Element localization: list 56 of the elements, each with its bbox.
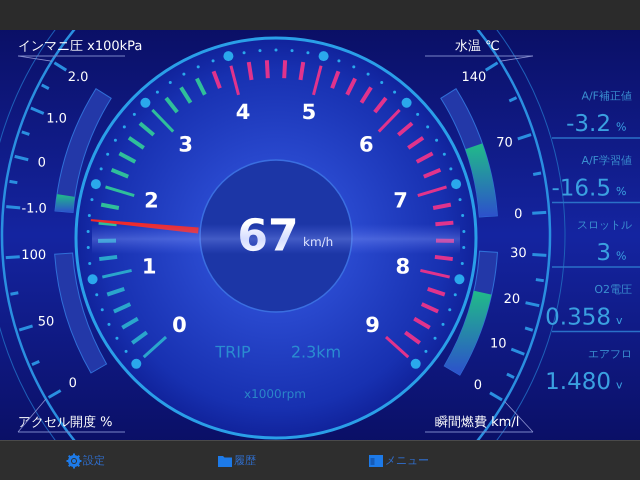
readout-label: O2電圧 <box>594 283 632 296</box>
readout-unit: % <box>616 120 626 134</box>
trip-label: TRIP <box>215 342 251 362</box>
scale-label: 0 <box>474 378 482 394</box>
rpm-label: 4 <box>236 100 250 124</box>
readout-label: エアフロ <box>588 348 632 360</box>
rpm-label: 0 <box>172 312 187 337</box>
leader-line <box>18 398 46 432</box>
rpm-label: 3 <box>178 132 193 156</box>
rpm-label: 8 <box>396 254 410 278</box>
leader-line <box>18 56 52 62</box>
rpm-label: 6 <box>359 132 374 156</box>
gear-button[interactable]: 設定 <box>66 452 105 468</box>
readout-label: A/F学習値 <box>581 154 632 167</box>
window-button[interactable]: メニュー <box>368 452 429 468</box>
readout-value: 3 <box>596 240 611 266</box>
rpm-unit: x1000rpm <box>244 387 306 401</box>
rpm-label: 5 <box>302 100 316 124</box>
gauge-title: インマニ圧 x100kPa <box>18 39 142 54</box>
speed-value: 67 <box>237 210 299 262</box>
scale-label: 20 <box>504 292 520 308</box>
rpm-label: 1 <box>142 254 156 278</box>
scale-label: 10 <box>490 336 507 352</box>
scale-label: 100 <box>21 248 46 264</box>
gauge-title: 瞬間燃費 km/l <box>435 415 520 430</box>
readout-value: 1.480 <box>545 369 611 395</box>
scale-label: -1.0 <box>21 202 47 217</box>
rpm-label: 2 <box>144 188 159 213</box>
folder-button[interactable]: 履歴 <box>217 452 256 468</box>
scale-label: 0 <box>38 156 46 171</box>
readout-label: A/F補正値 <box>581 90 632 102</box>
readout-value: 0.358 <box>545 304 611 330</box>
scale-label: 50 <box>38 314 54 330</box>
scale-label: 70 <box>496 136 513 151</box>
readout-unit: % <box>616 185 626 198</box>
gear-icon <box>66 452 82 468</box>
scale-label: 0 <box>68 376 77 391</box>
readout-value: -3.2 <box>566 111 611 137</box>
speed-unit: km/h <box>303 235 334 249</box>
scale-label: 1.0 <box>46 111 67 126</box>
trip-value: 2.3km <box>290 342 342 362</box>
readout-value: -16.5 <box>551 176 611 202</box>
window-icon <box>368 452 384 468</box>
rpm-label: 7 <box>393 188 408 213</box>
gauge-title: アクセル開度 % <box>18 415 112 430</box>
scale-label: 0 <box>514 206 522 222</box>
readout-label: スロットル <box>577 218 632 232</box>
rpm-label: 9 <box>365 312 380 337</box>
scale-label: 2.0 <box>68 70 88 86</box>
readout-unit: % <box>616 250 626 262</box>
scale-label: 30 <box>510 246 527 262</box>
readout-unit: v <box>616 378 623 392</box>
leader-line <box>500 56 534 62</box>
scale-label: 140 <box>461 70 486 86</box>
readout-unit: v <box>616 314 623 327</box>
gauge-title: 水温 ℃ <box>455 39 500 54</box>
